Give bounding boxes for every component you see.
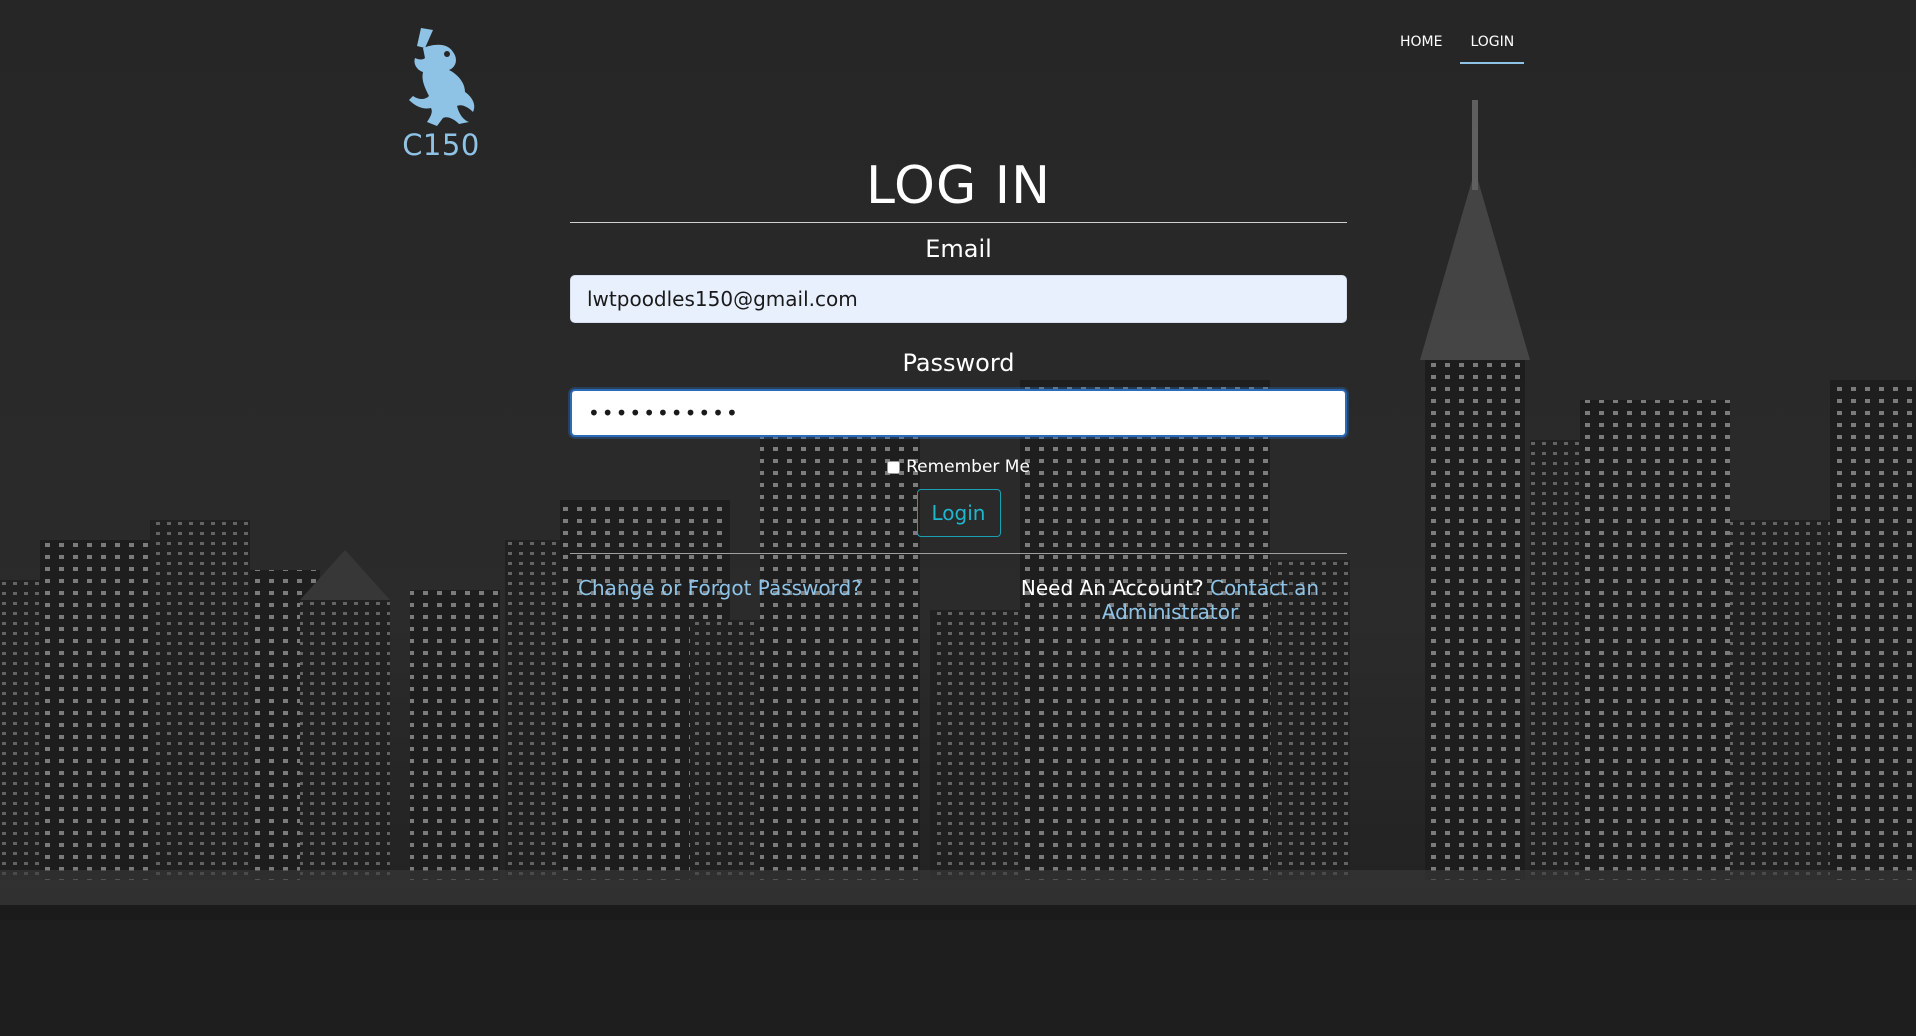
need-account: Need An Account? Contact an Administrato… [1020,576,1320,624]
footer-divider [570,553,1347,554]
email-field[interactable] [570,275,1347,323]
remember-me-row[interactable]: Remember Me [570,457,1347,477]
password-label: Password [902,349,1015,377]
page-title: LOG IN [865,156,1052,216]
brand-logo[interactable]: C150 [396,26,486,162]
login-panel: LOG IN Email Password Remember Me Login … [570,150,1347,636]
nav-login-link[interactable]: LOGIN [1460,28,1525,64]
top-nav: HOME LOGIN [1390,28,1525,64]
password-field[interactable] [570,389,1347,437]
checkbox-icon[interactable] [887,460,901,474]
forgot-password-link[interactable]: Change or Forgot Password? [578,576,862,600]
logo-text: C150 [402,128,480,162]
nav-home-link[interactable]: HOME [1390,28,1452,64]
title-divider [570,222,1347,223]
email-label: Email [925,235,992,263]
login-button[interactable]: Login [916,489,1001,537]
need-account-text: Need An Account? [1020,576,1204,600]
footer-links: Change or Forgot Password? Need An Accou… [570,576,1347,636]
remember-me-label: Remember Me [906,457,1030,477]
lion-rampant-icon [396,26,486,130]
